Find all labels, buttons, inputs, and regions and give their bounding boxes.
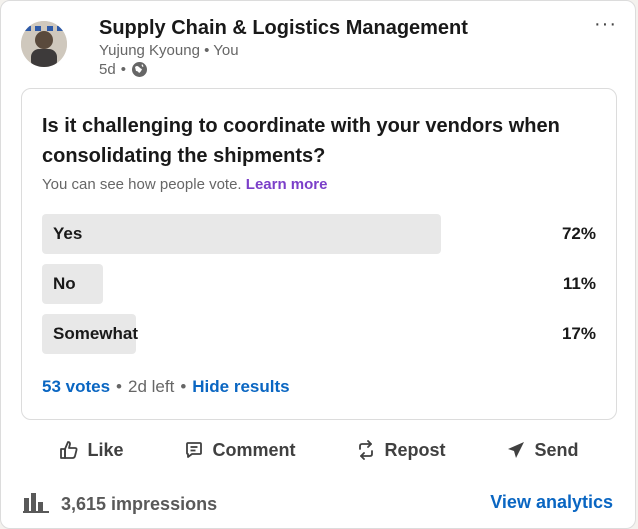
like-label: Like — [87, 439, 124, 460]
post-actions-bar: Like Comment Repost Send — [1, 431, 637, 469]
author-relation: You — [213, 42, 239, 59]
post-age: 5d — [99, 61, 116, 78]
group-title[interactable]: Supply Chain & Logistics Management — [99, 17, 468, 40]
post-card: Supply Chain & Logistics Management Yuju… — [0, 0, 636, 529]
time-left: 2d left — [128, 377, 175, 396]
poll-option-somewhat[interactable]: Somewhat 17% — [42, 314, 596, 354]
visibility-text: You can see how people vote. — [42, 176, 242, 193]
globe-icon — [131, 61, 148, 78]
repost-button[interactable]: Repost — [356, 440, 445, 461]
send-label: Send — [534, 439, 579, 460]
poll-option-label: Somewhat — [53, 324, 139, 343]
poll-option-yes[interactable]: Yes 72% — [42, 214, 596, 254]
view-analytics-link[interactable]: View analytics — [490, 492, 613, 513]
author-name[interactable]: Yujung Kyoung — [99, 42, 200, 59]
poll-question: Is it challenging to coordinate with you… — [42, 115, 560, 167]
poll-option-label: No — [53, 274, 76, 293]
more-options-button[interactable]: ··· — [594, 13, 617, 36]
poll-option-label: Yes — [53, 224, 83, 243]
bar-chart-icon — [23, 491, 49, 518]
hide-results-link[interactable]: Hide results — [192, 377, 289, 397]
poll-option-percent: 17% — [561, 324, 596, 343]
separator-bullet: • — [180, 377, 187, 396]
separator-bullet: • — [120, 61, 126, 78]
comment-button[interactable]: Comment — [184, 439, 296, 461]
separator-bullet: • — [116, 377, 122, 396]
poll-option-percent: 11% — [562, 274, 596, 293]
poll-container: Is it challenging to coordinate with you… — [21, 88, 617, 420]
poll-visibility-note: You can see how people vote. Learn more — [42, 176, 327, 193]
comment-label: Comment — [212, 439, 296, 460]
send-icon — [506, 440, 526, 460]
comment-icon — [184, 440, 204, 460]
impressions-count: 3,615 impressions — [61, 494, 218, 514]
post-meta: 5d • — [99, 61, 148, 78]
impressions-summary[interactable]: 3,615 impressions — [23, 491, 217, 518]
like-button[interactable]: Like — [59, 439, 124, 461]
poll-footer: 53 votes • 2d left • Hide results — [42, 377, 290, 397]
repost-icon — [356, 440, 376, 460]
repost-label: Repost — [384, 439, 446, 460]
poll-result-bar — [42, 214, 441, 254]
author-line: Yujung Kyoung • You — [99, 42, 239, 59]
separator-bullet: • — [204, 42, 210, 59]
send-button[interactable]: Send — [506, 440, 578, 461]
thumbs-up-icon — [59, 440, 79, 460]
group-avatar[interactable] — [21, 21, 67, 67]
poll-option-percent: 72% — [561, 224, 596, 243]
poll-option-no[interactable]: No 11% — [42, 264, 596, 304]
learn-more-link[interactable]: Learn more — [246, 176, 328, 193]
votes-count-link[interactable]: 53 votes — [42, 377, 110, 397]
